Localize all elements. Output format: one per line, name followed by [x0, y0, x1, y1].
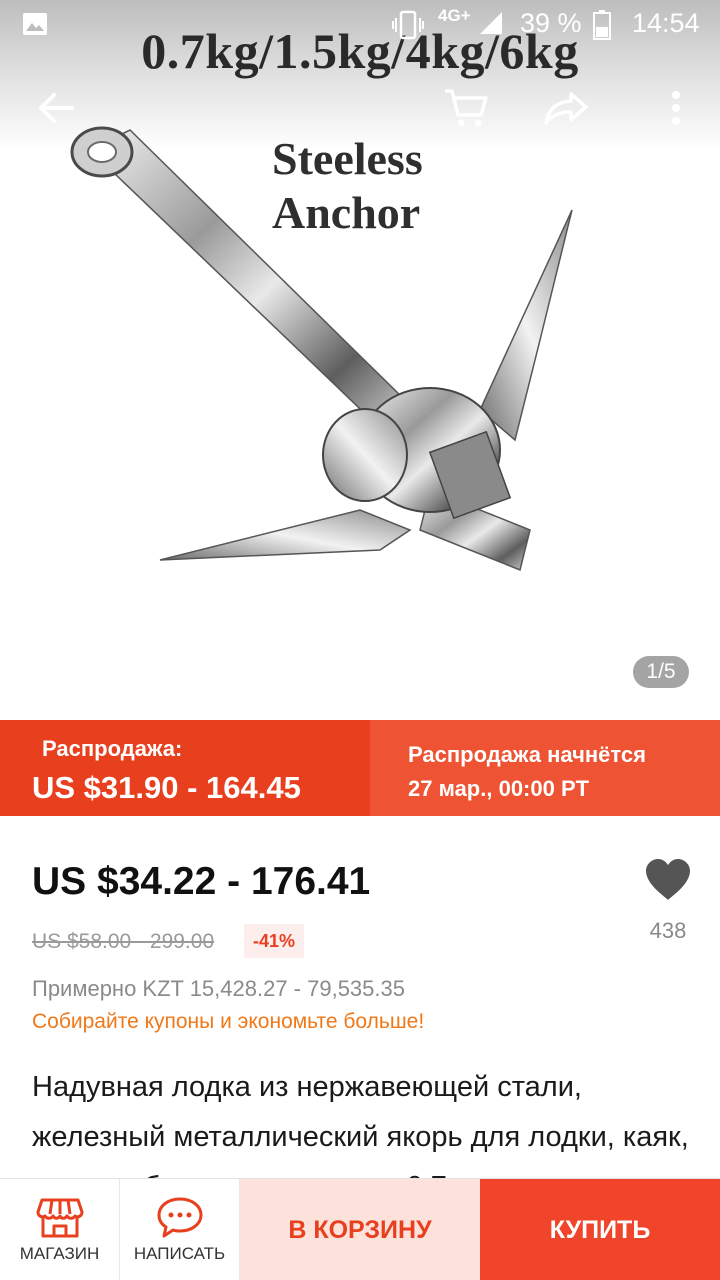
add-to-cart-button[interactable]: В КОРЗИНУ — [240, 1179, 480, 1280]
gallery-page-indicator: 1/5 — [633, 656, 689, 688]
cart-icon — [445, 89, 488, 127]
network-type: 4G+ — [438, 6, 471, 25]
sale-banner: Распродажа: US $31.90 - 164.45 Распродаж… — [0, 720, 720, 816]
store-label: МАГАЗИН — [19, 1244, 100, 1263]
more-vert-icon — [672, 91, 680, 125]
sale-start-title: Распродажа начнётся — [408, 742, 646, 767]
product-price: US $34.22 - 176.41 — [32, 860, 371, 903]
store-icon — [36, 1198, 83, 1238]
heart-icon[interactable] — [644, 858, 692, 902]
coupon-link[interactable]: Собирайте купоны и экономьте больше! — [32, 1010, 424, 1034]
status-bar: 4G+ 39 % 14:54 — [0, 0, 720, 50]
wishlist-count: 438 — [649, 918, 687, 943]
original-price: US $58.00 - 299.00 — [32, 930, 215, 953]
bottom-action-bar: МАГАЗИН НАПИСАТЬ В КОРЗИНУ КУПИТЬ — [0, 1178, 720, 1280]
sale-price: US $31.90 - 164.45 — [32, 770, 301, 805]
vibrate-icon — [392, 10, 424, 40]
share-icon — [544, 92, 588, 125]
battery-icon — [593, 10, 611, 40]
sale-label: Распродажа: — [42, 736, 183, 761]
local-currency-price: Примерно KZT 15,428.27 - 79,535.35 — [32, 976, 405, 1001]
gallery-icon — [23, 13, 47, 35]
sale-start-time: 27 мар., 00:00 PT — [408, 776, 590, 801]
product-gallery[interactable]: 0.7kg/1.5kg/4kg/6kg Steeless Anchor 4G+ … — [0, 0, 720, 720]
signal-icon — [480, 12, 502, 34]
chat-icon — [157, 1197, 202, 1238]
back-button[interactable] — [30, 82, 82, 134]
chat-label: НАПИСАТЬ — [133, 1244, 226, 1263]
share-button[interactable] — [540, 82, 592, 134]
buy-now-button[interactable]: КУПИТЬ — [480, 1179, 720, 1280]
message-seller-button[interactable]: НАПИСАТЬ — [120, 1179, 240, 1280]
top-action-bar — [0, 70, 720, 140]
more-button[interactable] — [650, 82, 702, 134]
sale-divider — [348, 720, 370, 816]
store-button[interactable]: МАГАЗИН — [0, 1179, 120, 1280]
clock: 14:54 — [632, 8, 700, 38]
back-arrow-icon — [39, 93, 74, 123]
discount-badge: -41% — [244, 924, 305, 958]
cart-button[interactable] — [440, 82, 492, 134]
battery-percent: 39 % — [520, 8, 582, 38]
anchor-product-image — [70, 126, 573, 572]
